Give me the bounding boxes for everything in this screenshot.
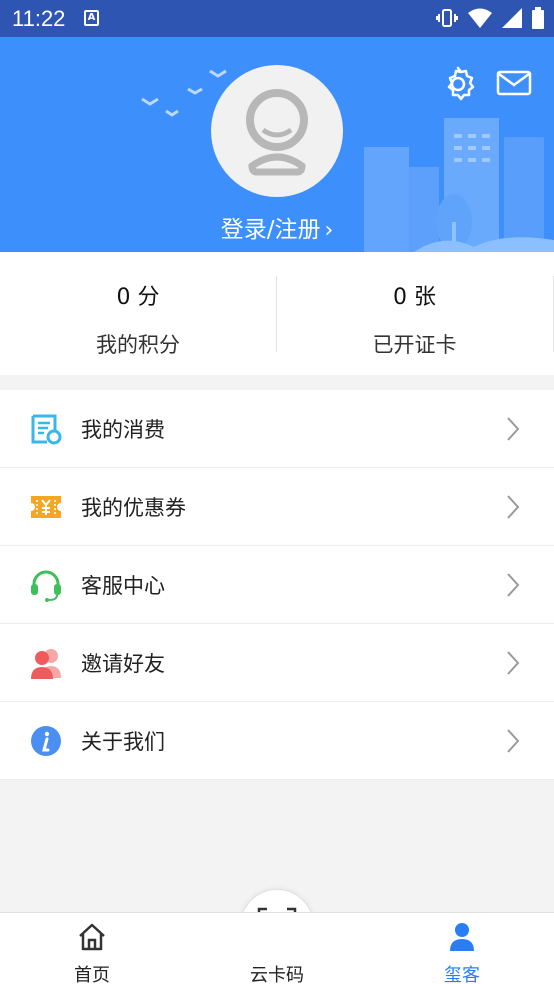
notification-app-icon: A: [84, 10, 99, 26]
bottom-tab-bar: 首页 云卡码 玺客: [0, 912, 554, 984]
chevron-right-icon: [507, 417, 520, 441]
invite-friends-icon: [29, 646, 63, 680]
info-icon: [29, 724, 63, 758]
menu-item-customer-service[interactable]: 客服中心: [0, 546, 554, 624]
avatar[interactable]: [211, 65, 343, 197]
menu-item-consumption[interactable]: 我的消费: [0, 390, 554, 468]
chevron-right-icon: [507, 495, 520, 519]
tab-cloud-card-code[interactable]: 云卡码: [207, 913, 347, 984]
chevron-right-icon: [507, 573, 520, 597]
stats-panel: 0 分 我的积分 0 张 已开证卡: [0, 252, 554, 375]
cards-label: 已开证卡: [372, 333, 457, 357]
menu-item-label: 我的优惠券: [81, 495, 186, 520]
cards-stat[interactable]: 0 张 已开证卡: [276, 276, 552, 357]
messages-button[interactable]: [494, 63, 534, 103]
menu-item-label: 我的消费: [81, 417, 165, 442]
vibrate-icon: [436, 9, 458, 27]
receipt-icon: [29, 412, 63, 446]
tab-home[interactable]: 首页: [22, 913, 162, 984]
menu-item-about-us[interactable]: 关于我们: [0, 702, 554, 780]
chevron-right-icon: [507, 651, 520, 675]
menu-item-label: 客服中心: [81, 573, 165, 598]
menu-item-label: 邀请好友: [81, 651, 165, 676]
cards-value: 0 张: [393, 285, 436, 310]
menu-item-invite-friends[interactable]: 邀请好友: [0, 624, 554, 702]
status-bar: 11:22 A: [0, 0, 554, 37]
menu-list: 我的消费 我的优惠券 客服中心 邀请好友 关于我们: [0, 390, 554, 780]
menu-item-label: 关于我们: [81, 729, 165, 754]
gear-icon: [447, 66, 475, 101]
headset-icon: [29, 568, 63, 602]
tab-label: 首页: [74, 965, 110, 984]
profile-header: 登录/注册 ›: [0, 37, 554, 252]
user-icon: [447, 921, 477, 953]
settings-button[interactable]: [438, 63, 478, 103]
points-label: 我的积分: [96, 333, 180, 357]
wifi-icon: [468, 8, 492, 28]
chevron-right-icon: ›: [324, 218, 334, 243]
menu-item-coupons[interactable]: 我的优惠券: [0, 468, 554, 546]
points-value: 0 分: [116, 285, 160, 310]
status-time: 11:22: [12, 6, 66, 31]
system-icons: [436, 7, 544, 29]
signal-icon: [502, 8, 522, 28]
battery-icon: [532, 7, 544, 29]
coupon-icon: [29, 490, 63, 524]
chevron-right-icon: [507, 729, 520, 753]
mail-icon: [496, 70, 532, 96]
tab-profile[interactable]: 玺客: [392, 913, 532, 984]
home-icon: [77, 921, 107, 953]
tab-label: 玺客: [444, 965, 480, 984]
default-avatar-icon: [246, 89, 308, 176]
points-stat[interactable]: 0 分 我的积分: [0, 252, 276, 375]
login-register-label: 登录/注册: [220, 217, 321, 243]
login-register-link[interactable]: 登录/注册 ›: [0, 210, 554, 244]
tab-label: 云卡码: [250, 965, 304, 984]
